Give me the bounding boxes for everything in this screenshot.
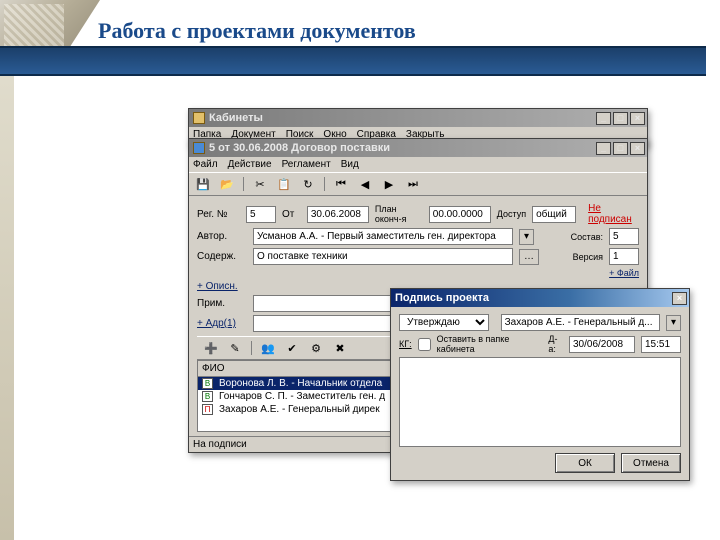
users-icon[interactable]: 👥 [258,339,278,357]
check-icon[interactable]: ✔ [282,339,302,357]
sign-form: Утверждаю ▾ КГ: Оставить в папке кабинет… [391,307,689,480]
plan-date-input[interactable] [429,206,491,223]
approve-select[interactable]: Утверждаю [399,314,489,331]
keep-in-folder-checkbox[interactable] [418,338,431,351]
minimize-button[interactable]: _ [596,112,611,125]
dialog-sign-project: Подпись проекта × Утверждаю ▾ КГ: Остави… [390,288,690,481]
minimize-button[interactable]: _ [596,142,611,155]
file-link[interactable]: + Файл [609,268,639,278]
close-button[interactable]: × [672,292,687,305]
regn-input[interactable] [246,206,276,223]
date-label: Д-а: [548,334,563,354]
access-label: Доступ [497,209,526,219]
maximize-button[interactable]: □ [613,112,628,125]
copy-icon[interactable]: 📋 [274,175,294,193]
cut-icon[interactable]: ✂ [250,175,270,193]
sign-titlebar[interactable]: Подпись проекта × [391,289,689,307]
status-badge: В [202,378,213,389]
status-badge: П [202,404,213,415]
sign-title: Подпись проекта [395,292,489,304]
doc-menubar: Файл Действие Регламент Вид [189,157,647,172]
subject-input[interactable] [253,248,513,265]
menu-item[interactable]: Регламент [282,159,331,170]
cabinets-titlebar[interactable]: Кабинеты _ □ × [189,109,647,127]
cancel-button[interactable]: Отмена [621,453,681,473]
first-icon[interactable]: ⏮ [331,175,351,193]
subject-label: Содерж. [197,251,247,262]
delete-icon[interactable]: ✖ [330,339,350,357]
last-icon[interactable]: ⏭ [403,175,423,193]
adr-link[interactable]: + Адр(1) [197,318,247,329]
col-fio: ФИО [202,363,225,374]
close-button[interactable]: × [630,142,645,155]
date-from-input[interactable] [307,206,369,223]
author-label: Автор. [197,231,247,242]
dropdown-icon[interactable]: ▾ [666,315,681,331]
sostav-input[interactable] [609,228,639,245]
row-text: Захаров А.Е. - Генеральный дирек [219,404,380,415]
person-input[interactable] [501,314,660,331]
doc-toolbar: 💾 📂 ✂ 📋 ↻ ⏮ ◀ ▶ ⏭ [189,172,647,196]
kg-label[interactable]: КГ: [399,339,412,349]
version-label: Версия [573,252,603,262]
slide-title: Работа с проектами документов [98,18,706,44]
close-button[interactable]: × [630,112,645,125]
sign-comment-area[interactable] [399,357,681,447]
keep-in-folder-label: Оставить в папке кабинета [437,334,537,354]
folder-icon [193,112,205,124]
version-input[interactable] [609,248,639,265]
dropdown-icon[interactable]: ▾ [519,229,534,245]
status-text: На подписи [193,439,247,450]
doc-icon [193,142,205,154]
doc-title: 5 от 30.06.2008 Договор поставки [209,142,390,154]
maximize-button[interactable]: □ [613,142,628,155]
menu-item[interactable]: Файл [193,159,218,170]
prim-label: Прим. [197,298,247,309]
author-input[interactable] [253,228,513,245]
menu-item[interactable]: Вид [341,159,359,170]
opis-link[interactable]: + Описн. [197,281,247,292]
slide-band [0,46,706,76]
ok-button[interactable]: ОК [555,453,615,473]
add-icon[interactable]: ➕ [201,339,221,357]
menu-item[interactable]: Действие [228,159,272,170]
row-text: Воронова Л. В. - Начальник отдела [219,378,382,389]
doc-titlebar[interactable]: 5 от 30.06.2008 Договор поставки _ □ × [189,139,647,157]
refresh-icon[interactable]: ↻ [298,175,318,193]
pen-icon[interactable]: ✎ [225,339,245,357]
expand-icon[interactable]: … [519,249,539,265]
regn-label: Рег. № [197,209,240,220]
sign-date-input[interactable] [569,336,635,353]
cabinets-title: Кабинеты [209,112,263,124]
open-icon[interactable]: 📂 [217,175,237,193]
save-icon[interactable]: 💾 [193,175,213,193]
sign-time-input[interactable] [641,336,681,353]
status-badge: В [202,391,213,402]
slide-left-strip [0,76,14,540]
plan-label: План оконч-я [375,204,423,224]
sostav-label: Состав: [571,232,603,242]
prev-icon[interactable]: ◀ [355,175,375,193]
row-text: Гончаров С. П. - Заместитель ген. д [219,391,385,402]
not-signed-link[interactable]: Не подписан [588,203,639,225]
next-icon[interactable]: ▶ [379,175,399,193]
ot-label: От [282,209,301,220]
gear-icon[interactable]: ⚙ [306,339,326,357]
access-input[interactable] [532,206,576,223]
